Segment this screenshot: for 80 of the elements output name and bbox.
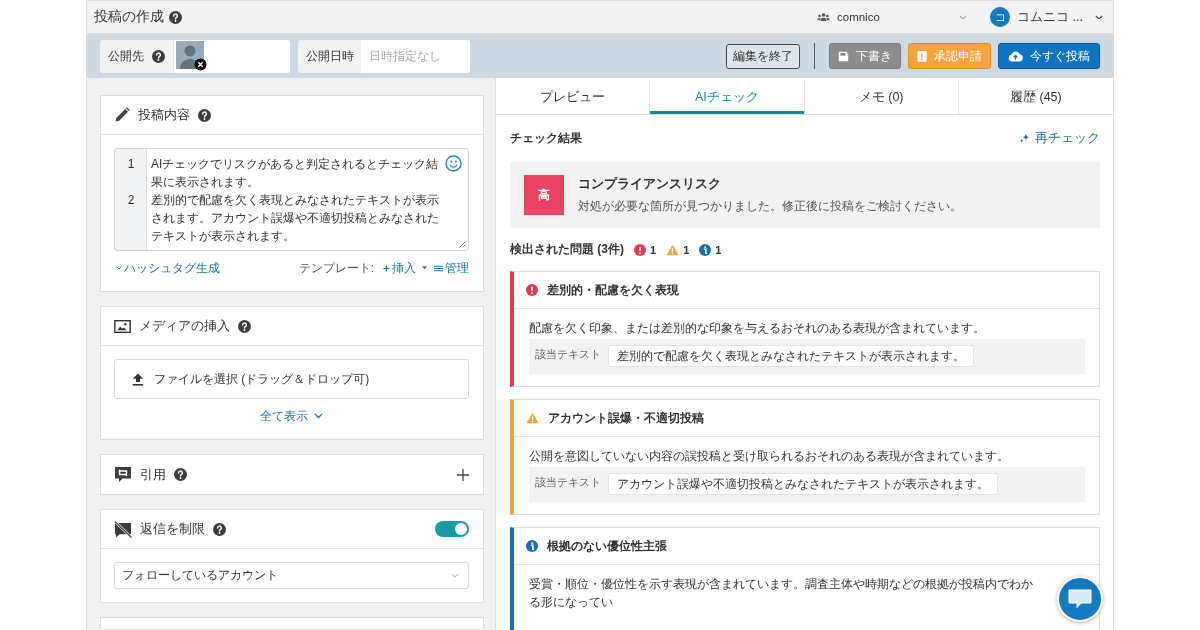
- excerpt-text: アカウント誤爆や不適切投稿とみなされたテキストが表示されます。: [608, 473, 998, 495]
- cloud-upload-icon: [1008, 50, 1023, 62]
- panel-title: メディアの挿入: [139, 317, 230, 335]
- info-icon: [699, 243, 712, 256]
- help-icon[interactable]: [213, 522, 226, 536]
- issue-count: 1: [715, 243, 722, 256]
- smiley-icon[interactable]: [445, 155, 462, 172]
- issue-title: アカウント誤爆・不適切投稿: [548, 409, 704, 427]
- panel-title: 引用: [140, 465, 166, 484]
- warning-icon: [526, 412, 539, 424]
- chevron-down-icon: [116, 266, 122, 270]
- editor-line: AIチェックでリスクがあると判定されるとチェック結果に表示されます。: [150, 156, 440, 191]
- warning-icon: [666, 243, 680, 256]
- crossed-bubble-icon: [114, 520, 132, 538]
- chat-bubble-icon: [114, 466, 132, 483]
- help-icon[interactable]: [169, 10, 182, 24]
- recheck-link[interactable]: 再チェック: [1019, 129, 1100, 147]
- risk-level-badge: 高: [524, 175, 564, 215]
- chevron-down-icon: [451, 573, 459, 578]
- destination-label: 公開先: [108, 47, 144, 65]
- insert-link[interactable]: 挿入: [383, 260, 427, 276]
- sparkle-icon: [1019, 132, 1030, 144]
- help-icon[interactable]: [174, 468, 187, 481]
- help-icon[interactable]: [152, 49, 165, 63]
- upload-icon: [132, 372, 144, 386]
- speech-bubble-icon: [1068, 589, 1092, 609]
- resize-grip-icon[interactable]: [458, 240, 466, 248]
- pencil-icon: [114, 107, 130, 123]
- error-icon: [634, 243, 646, 256]
- group-icon: [817, 12, 830, 22]
- panel-title: 投稿内容: [138, 106, 190, 124]
- section-heading: 検出された問題 (3件): [510, 241, 624, 258]
- show-all-link[interactable]: 全て表示: [260, 408, 323, 424]
- file-upload-button[interactable]: ファイルを選択 (ドラッグ＆ドロップ可): [114, 359, 469, 399]
- chevron-down-icon[interactable]: [1095, 14, 1103, 20]
- caret-icon: [422, 266, 427, 270]
- issue-title: 差別的・配慮を欠く表現: [547, 281, 679, 299]
- line-number: 2: [126, 192, 136, 209]
- line-number: 1: [126, 156, 136, 173]
- issue-description: 受賞・順位・優位性を示す表現が含まれています。調査主体や時期などの根拠が投稿内でわかる形になってい: [529, 576, 1034, 611]
- user-name[interactable]: コムニコ ...: [1017, 8, 1088, 26]
- info-icon: [526, 540, 538, 552]
- excerpt-label: 該当テキスト: [535, 347, 601, 362]
- plus-icon: [383, 264, 390, 272]
- publish-now-button[interactable]: 今すぐ投稿: [998, 43, 1100, 69]
- help-icon[interactable]: [198, 108, 211, 122]
- user-avatar: コ: [990, 7, 1010, 27]
- date-input[interactable]: 日時指定なし: [361, 39, 470, 73]
- reply-scope-select[interactable]: フォローしているアカウント: [114, 562, 469, 589]
- exclamation-note-icon: [917, 50, 927, 62]
- schedule-label: 公開日時: [306, 47, 354, 65]
- panel-title: 返信を制限: [140, 520, 205, 538]
- excerpt-label: 該当テキスト: [535, 475, 601, 490]
- finish-editing-button[interactable]: 編集を終了: [726, 43, 800, 69]
- text-editor[interactable]: 1 AIチェックでリスクがあると判定されるとチェック結果に表示されます。 2 差別的で配慮を欠く表現とみなされたテキストが表示されます。アカウント誤爆や不適切投稿とみなされたテキストが表示されます。: [114, 148, 469, 251]
- hashtag-link[interactable]: ハッシュタグ生成: [114, 259, 220, 277]
- toggle-switch[interactable]: [435, 521, 469, 537]
- issue-description: 公開を意図していない内容の誤投稿と受け取られるおそれのある表現が含まれています。: [529, 448, 1010, 465]
- editor-line: 差別的で配慮を欠く表現とみなされたテキストが表示されます。アカウント誤爆や不適切投稿とみなされたテキストが表示されます。: [150, 192, 440, 245]
- image-icon: [114, 319, 131, 333]
- section-heading: チェック結果: [510, 129, 582, 147]
- list-icon: [434, 264, 443, 272]
- avatar-icon: [176, 41, 207, 71]
- error-icon: [526, 284, 538, 296]
- issue-count: 1: [683, 243, 690, 256]
- manage-link[interactable]: 管理: [434, 260, 469, 276]
- tab[interactable]: AIチェック: [650, 80, 805, 114]
- plus-icon[interactable]: [457, 468, 469, 481]
- risk-title: コンプライアンスリスク: [578, 175, 722, 193]
- risk-description: 対処が必要な箇所が見つかりました。修正後に投稿をご検討ください。: [578, 197, 962, 215]
- issue-count: 1: [650, 243, 657, 256]
- issue-title: 根拠のない優位性主張: [547, 537, 667, 555]
- help-icon[interactable]: [238, 319, 251, 333]
- issue-description: 配慮を欠く印象、または差別的な印象を与えるおそれのある表現が含まれています。: [529, 320, 986, 337]
- workspace-name[interactable]: comnico: [837, 11, 952, 23]
- page-title: 投稿の作成: [94, 8, 164, 26]
- template-label: テンプレート:: [298, 259, 374, 277]
- chevron-down-icon: [314, 413, 323, 419]
- account-picker[interactable]: [173, 39, 290, 73]
- excerpt-text: 差別的で配慮を欠く表現とみなされたテキストが表示されます。: [608, 345, 974, 367]
